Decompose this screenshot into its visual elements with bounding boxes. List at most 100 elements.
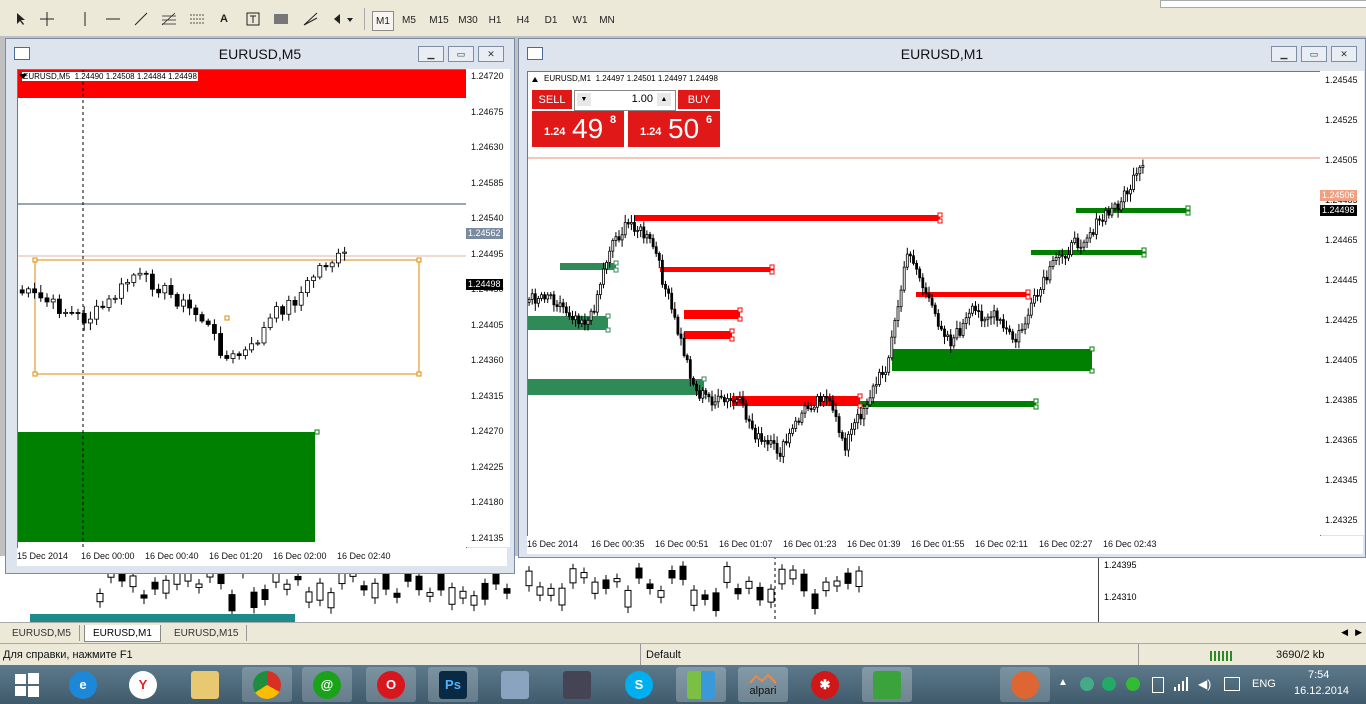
maximize-button[interactable]: ▭: [448, 46, 474, 62]
lot-stepper[interactable]: ▼ 1.00 ▲: [574, 90, 676, 111]
timeframe-m5[interactable]: M5: [398, 11, 420, 29]
buy-button[interactable]: BUY: [678, 90, 720, 109]
windows-start-icon[interactable]: [2, 667, 52, 702]
tray-eye-icon[interactable]: [1080, 677, 1094, 691]
app-icon[interactable]: [676, 667, 726, 702]
trendline-icon[interactable]: [132, 9, 150, 29]
price-tick: 1.24585: [471, 177, 504, 188]
chrome-icon[interactable]: [242, 667, 292, 702]
close-button[interactable]: ✕: [478, 46, 504, 62]
tray-language[interactable]: ENG: [1252, 678, 1276, 690]
minimize-button[interactable]: ▁: [418, 46, 444, 62]
candle-body: [961, 322, 965, 336]
close-button[interactable]: ✕: [1331, 46, 1357, 62]
timeframe-h4[interactable]: H4: [512, 11, 534, 29]
crosshair-icon[interactable]: [38, 9, 56, 29]
candle-body: [549, 294, 553, 297]
timeframe-w1[interactable]: W1: [568, 11, 592, 29]
app2-icon[interactable]: [1000, 667, 1050, 702]
zone-handle: [729, 336, 735, 342]
text-label-icon[interactable]: [244, 9, 262, 29]
fibonacci-icon[interactable]: [160, 9, 178, 29]
price-tick: 1.24540: [471, 213, 504, 223]
candle-body: [1135, 173, 1139, 176]
network-icon[interactable]: [490, 667, 540, 702]
candle-body: [1001, 319, 1005, 329]
metatrader-icon[interactable]: [862, 667, 912, 702]
file-explorer-icon[interactable]: [180, 667, 230, 702]
demand-zone: [18, 432, 315, 542]
timeframe-h1[interactable]: H1: [484, 11, 506, 29]
bg-candle-body: [745, 580, 753, 589]
cursor-icon[interactable]: [12, 9, 30, 29]
timeframe-m30[interactable]: M30: [454, 11, 482, 29]
skype-icon[interactable]: S: [614, 667, 664, 702]
candle-body: [899, 289, 903, 308]
buy-price[interactable]: 1.24 50 6: [628, 111, 720, 147]
timeframe-m15[interactable]: M15: [426, 11, 452, 29]
time-tick: 16 Dec 02:00: [273, 551, 327, 561]
tray-plus-icon[interactable]: [1102, 677, 1116, 691]
tab-scroll-left-icon[interactable]: ◀: [1341, 627, 1348, 638]
chart-window-m1[interactable]: EURUSD,M1 ▁ ▭ ✕ EURUSD,M1 1.24497 1.2450…: [518, 38, 1366, 558]
chart-canvas-m5[interactable]: EURUSD,M5 1.24490 1.24508 1.24484 1.2449…: [17, 69, 467, 549]
candle-body: [1122, 190, 1126, 203]
candle-body: [707, 393, 711, 398]
candle-body: [738, 397, 742, 401]
tray-signal-icon[interactable]: [1174, 677, 1188, 696]
tab-eurusd-m5[interactable]: EURUSD,M5: [4, 625, 80, 641]
mail-agent-icon[interactable]: @: [302, 667, 352, 702]
tab-eurusd-m15[interactable]: EURUSD,M15: [166, 625, 248, 641]
tab-scroll-right-icon[interactable]: ▶: [1355, 627, 1362, 638]
sell-button[interactable]: SELL: [532, 90, 572, 109]
settings-app-icon[interactable]: ✱: [800, 667, 850, 702]
gann-icon[interactable]: [302, 9, 320, 29]
horizontal-line-icon[interactable]: [104, 9, 122, 29]
candle-body: [664, 283, 667, 290]
tab-eurusd-m1[interactable]: EURUSD,M1: [84, 625, 161, 642]
search-input[interactable]: [1160, 0, 1366, 8]
tray-device-icon[interactable]: [1152, 677, 1164, 693]
text-icon[interactable]: A: [216, 9, 232, 29]
tray-expand-icon[interactable]: ▲: [1058, 677, 1068, 688]
chart-canvas-m1[interactable]: EURUSD,M1 1.24497 1.24501 1.24497 1.2449…: [527, 71, 1321, 537]
timeframe-mn[interactable]: MN: [596, 11, 618, 29]
lot-increase-icon[interactable]: ▲: [657, 93, 671, 106]
timeframe-d1[interactable]: D1: [540, 11, 562, 29]
zone-handle: [1033, 398, 1039, 404]
rectangle-icon[interactable]: [272, 9, 290, 29]
zone-handle: [314, 429, 320, 435]
counter-strike-icon[interactable]: [552, 667, 602, 702]
candle-body: [781, 441, 785, 457]
alpari-icon[interactable]: alpari: [738, 667, 788, 702]
tray-date[interactable]: 16.12.2014: [1294, 685, 1349, 697]
chart-window-m5[interactable]: EURUSD,M5 ▁ ▭ ✕ EURUSD,M5 1.24490 1.2450…: [5, 38, 515, 574]
tray-volume-icon[interactable]: ◀): [1198, 677, 1211, 691]
candle-body: [977, 310, 981, 312]
candle-body: [608, 250, 612, 263]
lot-decrease-icon[interactable]: ▼: [577, 93, 591, 106]
sell-price[interactable]: 1.24 49 8: [532, 111, 624, 147]
arrows-icon[interactable]: [330, 9, 356, 29]
maximize-button[interactable]: ▭: [1301, 46, 1327, 62]
photoshop-icon[interactable]: Ps: [428, 667, 478, 702]
chart-menu-icon[interactable]: [19, 74, 27, 79]
candle-body: [218, 333, 224, 356]
toolbar-separator: [364, 8, 365, 30]
yandex-browser-icon[interactable]: Y: [118, 667, 168, 702]
vertical-line-icon[interactable]: [78, 9, 92, 29]
candle-body: [657, 253, 661, 261]
opera-icon[interactable]: O: [366, 667, 416, 702]
tray-time[interactable]: 7:54: [1308, 669, 1329, 681]
bg-candle-body: [591, 581, 599, 594]
tray-check-icon[interactable]: [1126, 677, 1140, 691]
minimize-button[interactable]: ▁: [1271, 46, 1297, 62]
lot-input[interactable]: 1.00: [595, 93, 653, 107]
candle-body: [884, 371, 888, 375]
ie-icon[interactable]: e: [58, 667, 108, 702]
candle-body: [623, 222, 627, 236]
fibonacci-fan-icon[interactable]: [188, 9, 206, 29]
tray-monitor-icon[interactable]: [1224, 677, 1240, 691]
timeframe-m1[interactable]: M1: [372, 11, 394, 31]
chart-menu-icon[interactable]: [532, 77, 538, 82]
